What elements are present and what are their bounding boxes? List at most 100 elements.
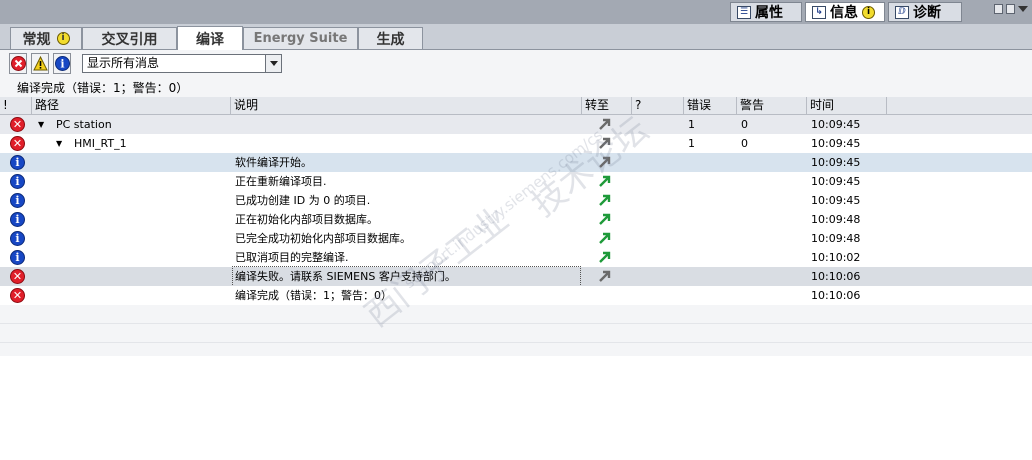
- row-path: HMI_RT_1: [74, 137, 127, 150]
- col-errors[interactable]: 错误: [684, 97, 737, 115]
- row-warnings: 0: [741, 118, 748, 131]
- row-time: 10:10:06: [811, 289, 861, 302]
- info-icon: i: [10, 250, 25, 265]
- table-row[interactable]: i 已成功创建 ID 为 0 的项目. 10:09:45: [0, 191, 1032, 210]
- window-controls: [994, 4, 1028, 14]
- table-row[interactable]: i 正在初始化内部项目数据库。 10:09:48: [0, 210, 1032, 229]
- error-icon: ✕: [10, 136, 25, 151]
- row-warnings: 0: [741, 137, 748, 150]
- goto-arrow-icon[interactable]: [598, 155, 612, 169]
- tab-general[interactable]: 常规 i: [10, 27, 82, 49]
- row-errors: 1: [688, 137, 695, 150]
- info-icon: i: [54, 56, 70, 71]
- error-icon: ✕: [10, 288, 25, 303]
- row-description: 编译失败。请联系 SIEMENS 客户支持部门。: [232, 266, 581, 287]
- row-description: 已取消项目的完整编译.: [235, 251, 349, 264]
- expand-toggle-icon[interactable]: ▼: [56, 134, 62, 153]
- goto-arrow-icon[interactable]: [598, 231, 612, 245]
- row-time: 10:09:48: [811, 232, 861, 245]
- error-icon: ✕: [10, 269, 25, 284]
- table-row[interactable]: ✕ ▼ HMI_RT_1 1 0 10:09:45: [0, 134, 1032, 153]
- col-question[interactable]: ?: [632, 97, 684, 115]
- col-warnings[interactable]: 警告: [737, 97, 807, 115]
- compile-summary: 编译完成（错误：1；警告：0）: [17, 81, 189, 95]
- tab-cross-references[interactable]: 交叉引用: [82, 27, 177, 49]
- row-description: 编译完成（错误：1；警告：0）: [235, 289, 392, 302]
- error-icon: ✕: [10, 117, 25, 132]
- table-row[interactable]: i 已取消项目的完整编译. 10:10:02: [0, 248, 1032, 267]
- row-time: 10:09:45: [811, 156, 861, 169]
- table-row[interactable]: i 已完全成功初始化内部项目数据库。 10:09:48: [0, 229, 1032, 248]
- info-icon: i: [10, 174, 25, 189]
- goto-arrow-icon[interactable]: [598, 117, 612, 131]
- goto-arrow-icon[interactable]: [598, 212, 612, 226]
- info-panel: ☰ 属性 ↳ 信息 i ⅅ 诊断 常规 i 交叉引用 编译 Energy Sui…: [0, 0, 1032, 356]
- row-time: 10:10:06: [811, 270, 861, 283]
- info-badge-icon: i: [862, 5, 875, 19]
- goto-arrow-icon[interactable]: [598, 250, 612, 264]
- row-description: 正在初始化内部项目数据库。: [235, 213, 378, 226]
- info-icon: i: [10, 193, 25, 208]
- empty-row: [0, 343, 1032, 356]
- restore-icon[interactable]: [994, 4, 1003, 14]
- col-description[interactable]: 说明: [231, 97, 582, 115]
- goto-arrow-icon[interactable]: [598, 174, 612, 188]
- message-filter-select[interactable]: 显示所有消息: [82, 54, 282, 73]
- table-row[interactable]: ✕ ▼ PC station 1 0 10:09:45: [0, 115, 1032, 134]
- col-path[interactable]: 路径: [32, 97, 231, 115]
- col-flag[interactable]: !: [0, 97, 32, 115]
- row-time: 10:09:45: [811, 118, 861, 131]
- col-filler: [887, 97, 1032, 115]
- warning-icon: [32, 56, 48, 71]
- info-filter-button[interactable]: i: [53, 53, 71, 74]
- tab-diagnostics[interactable]: ⅅ 诊断: [888, 2, 962, 22]
- goto-arrow-icon[interactable]: [598, 136, 612, 150]
- row-time: 10:09:45: [811, 175, 861, 188]
- tab-properties[interactable]: ☰ 属性: [730, 2, 802, 22]
- chevron-down-icon[interactable]: [1018, 6, 1028, 12]
- table-row[interactable]: ✕ 编译失败。请联系 SIEMENS 客户支持部门。 10:10:06: [0, 266, 1032, 287]
- diagnostics-icon: ⅅ: [895, 5, 909, 19]
- chevron-down-icon[interactable]: [265, 55, 281, 72]
- row-description: 已完全成功初始化内部项目数据库。: [235, 232, 411, 245]
- tab-info-label: 信息: [830, 5, 858, 21]
- row-description: 已成功创建 ID 为 0 的项目.: [235, 194, 371, 207]
- tab-cross-references-label: 交叉引用: [101, 31, 158, 48]
- info-icon: i: [10, 155, 25, 170]
- tab-bar: 常规 i 交叉引用 编译 Energy Suite 生成: [0, 24, 1032, 50]
- goto-arrow-icon[interactable]: [598, 193, 612, 207]
- message-filter-value: 显示所有消息: [87, 56, 160, 70]
- row-time: 10:10:02: [811, 251, 861, 264]
- table-row[interactable]: ✕ 编译完成（错误：1；警告：0） 10:10:06: [0, 286, 1032, 305]
- row-time: 10:09:45: [811, 137, 861, 150]
- inspector-bar: ☰ 属性 ↳ 信息 i ⅅ 诊断: [0, 0, 1032, 24]
- tab-diagnostics-label: 诊断: [913, 5, 941, 21]
- tab-info[interactable]: ↳ 信息 i: [805, 2, 885, 22]
- empty-row: [0, 324, 1032, 343]
- tab-energy-suite-label: Energy Suite: [253, 31, 348, 46]
- tab-energy-suite[interactable]: Energy Suite: [243, 27, 358, 49]
- warning-filter-button[interactable]: [31, 53, 49, 74]
- col-time[interactable]: 时间: [807, 97, 887, 115]
- svg-text:i: i: [60, 58, 64, 71]
- properties-icon: ☰: [737, 5, 751, 19]
- row-description: 软件编译开始。: [235, 156, 312, 169]
- error-icon: [10, 56, 26, 71]
- table-row[interactable]: i 正在重新编译项目. 10:09:45: [0, 172, 1032, 191]
- tab-compile[interactable]: 编译: [177, 26, 243, 50]
- goto-arrow-icon[interactable]: [598, 269, 612, 283]
- tab-generate[interactable]: 生成: [358, 27, 423, 49]
- error-filter-button[interactable]: [9, 53, 27, 74]
- expand-toggle-icon[interactable]: ▼: [38, 115, 44, 134]
- message-toolbar: i 显示所有消息: [0, 52, 1032, 76]
- tab-general-label: 常规: [22, 31, 51, 48]
- table-row[interactable]: i 软件编译开始。 10:09:45: [0, 153, 1032, 172]
- row-description: 正在重新编译项目.: [235, 175, 327, 188]
- col-goto[interactable]: 转至: [582, 97, 632, 115]
- row-time: 10:09:45: [811, 194, 861, 207]
- info-icon: i: [10, 212, 25, 227]
- layout-icon[interactable]: [1006, 4, 1015, 14]
- info-icon: i: [10, 231, 25, 246]
- row-path: PC station: [56, 118, 112, 131]
- tab-compile-label: 编译: [196, 31, 224, 48]
